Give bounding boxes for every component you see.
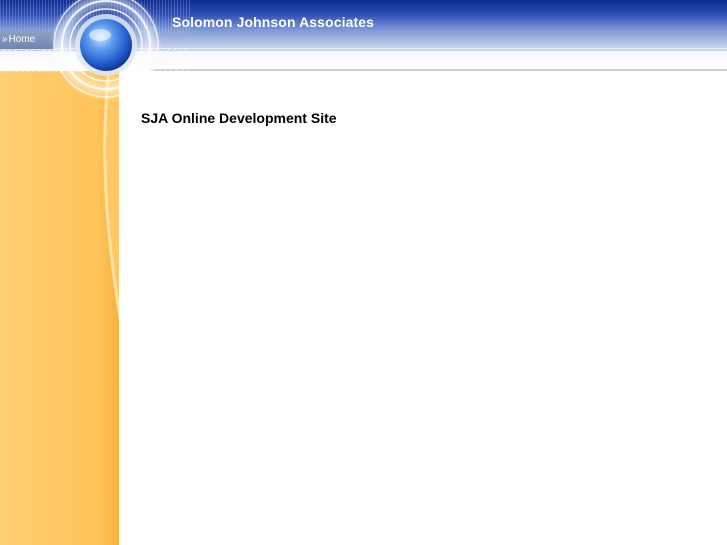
nav-home-link[interactable]: »Home <box>0 31 54 49</box>
globe-icon <box>50 0 162 101</box>
sub-header-divider <box>150 69 727 71</box>
page: Solomon Johnson Associates »Home SJA Onl… <box>0 0 727 545</box>
site-title: Solomon Johnson Associates <box>172 14 375 30</box>
double-chevron-right-icon: » <box>2 34 8 45</box>
globe-logo <box>47 0 167 110</box>
nav-home-label: Home <box>8 34 36 45</box>
page-heading: SJA Online Development Site <box>141 110 337 126</box>
